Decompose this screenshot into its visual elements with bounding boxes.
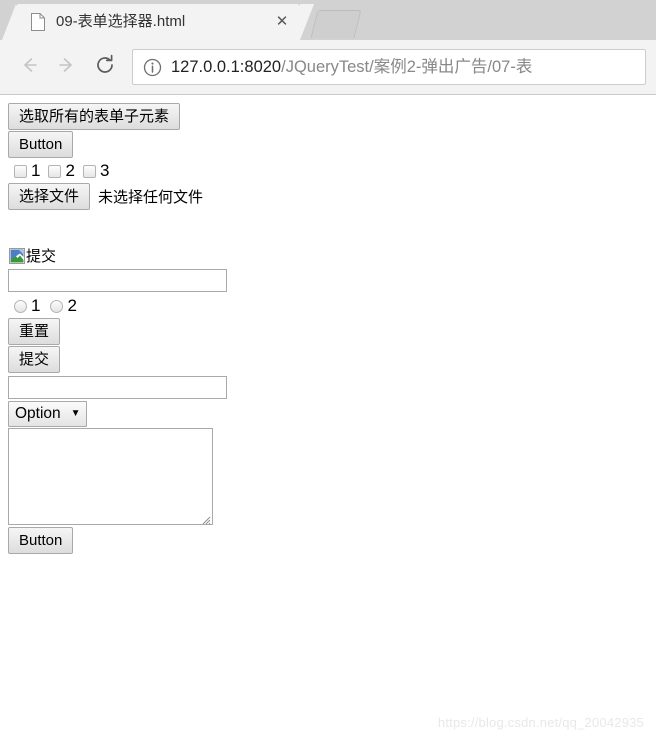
- new-tab-button[interactable]: [310, 10, 362, 38]
- bottom-button[interactable]: Button: [8, 527, 74, 554]
- tab-title: 09-表单选择器.html: [56, 13, 186, 30]
- close-icon[interactable]: ✕: [272, 12, 292, 32]
- arrow-right-icon: [56, 54, 78, 81]
- info-circle-icon[interactable]: [143, 58, 162, 77]
- address-bar[interactable]: 127.0.0.1:8020/JQueryTest/案例2-弹出广告/07-表: [132, 49, 646, 85]
- submit-button[interactable]: 提交: [8, 346, 61, 373]
- plain-button[interactable]: Button: [8, 131, 74, 158]
- radio-group: 1 2: [8, 294, 648, 318]
- arrow-left-icon: [18, 54, 40, 81]
- url-text: 127.0.0.1:8020/JQueryTest/案例2-弹出广告/07-表: [171, 57, 532, 77]
- radio-2-label: 2: [67, 296, 77, 315]
- page-content: 选取所有的表单子元素 Button 1 2 3 选择文件 未选择任何文件 提交 …: [0, 95, 656, 744]
- back-button[interactable]: [10, 48, 48, 86]
- choose-file-button[interactable]: 选择文件: [8, 183, 91, 210]
- radio-1[interactable]: [14, 299, 27, 313]
- select-row: Option ▼: [8, 401, 648, 427]
- submit-row: 提交: [8, 346, 648, 373]
- textarea-field[interactable]: [8, 428, 213, 525]
- browser-toolbar: 127.0.0.1:8020/JQueryTest/案例2-弹出广告/07-表: [0, 40, 656, 95]
- plain-button-row: Button: [8, 131, 648, 158]
- checkbox-1[interactable]: [14, 164, 27, 178]
- file-input-row: 选择文件 未选择任何文件: [8, 183, 648, 210]
- image-submit-row[interactable]: 提交: [8, 245, 648, 266]
- broken-image-icon: [9, 247, 25, 264]
- checkbox-2[interactable]: [48, 164, 62, 178]
- url-path: /JQueryTest/案例2-弹出广告/07-表: [281, 58, 533, 76]
- browser-tab[interactable]: 09-表单选择器.html ✕: [2, 4, 314, 40]
- text-field[interactable]: [8, 376, 227, 399]
- watermark: https://blog.csdn.net/qq_20042935: [437, 715, 644, 730]
- checkbox-1-label: 1: [31, 161, 41, 180]
- checkbox-3-label: 3: [99, 161, 110, 180]
- radio-2[interactable]: [50, 299, 64, 313]
- radio-1-label: 1: [31, 296, 41, 315]
- select-all-form-children-button[interactable]: 选取所有的表单子元素: [8, 103, 181, 130]
- resize-handle-icon[interactable]: [200, 512, 211, 525]
- option-select[interactable]: Option ▼: [8, 401, 87, 427]
- reset-row: 重置: [8, 318, 648, 345]
- forward-button[interactable]: [48, 48, 86, 86]
- reset-button[interactable]: 重置: [8, 318, 61, 345]
- checkbox-3[interactable]: [82, 164, 96, 178]
- image-submit-alt-text: 提交: [26, 248, 57, 265]
- bottom-button-row: Button: [8, 527, 648, 554]
- option-select-value: Option: [15, 405, 61, 422]
- select-all-row: 选取所有的表单子元素: [8, 103, 648, 130]
- url-host: 127.0.0.1:8020: [171, 58, 282, 76]
- password-field[interactable]: [8, 269, 227, 292]
- tab-strip: 09-表单选择器.html ✕: [0, 0, 656, 40]
- reload-icon: [93, 53, 117, 82]
- page-document-icon: [30, 13, 46, 31]
- checkbox-group: 1 2 3: [8, 159, 648, 183]
- file-status-text: 未选择任何文件: [98, 189, 204, 206]
- browser-chrome: 09-表单选择器.html ✕ 127.0.0.1:8020/JQueryTes…: [0, 0, 656, 95]
- checkbox-2-label: 2: [65, 161, 75, 180]
- reload-button[interactable]: [86, 48, 124, 86]
- chevron-down-icon: ▼: [70, 408, 81, 419]
